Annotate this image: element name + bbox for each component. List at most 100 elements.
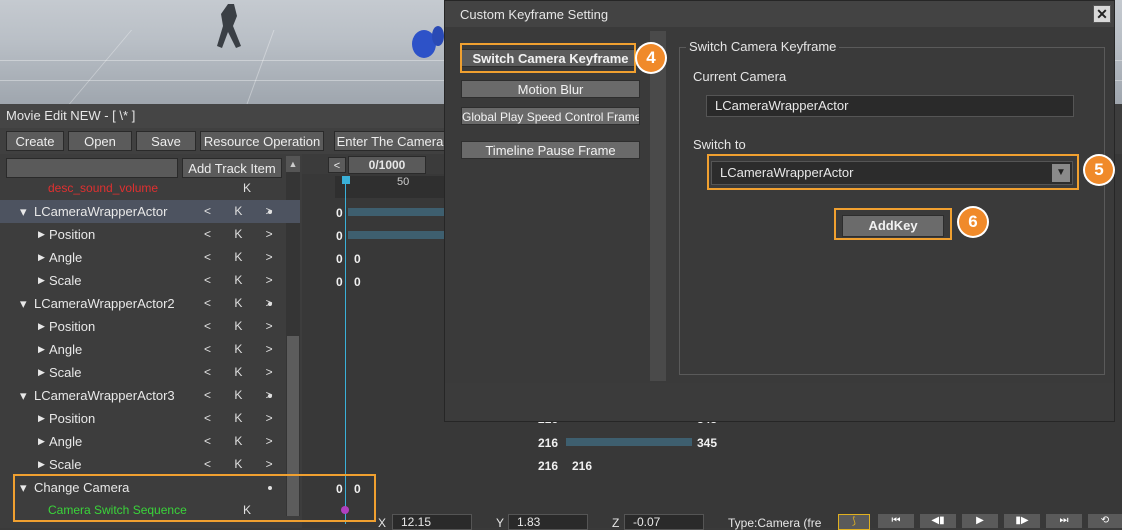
track-label: Position — [49, 227, 96, 242]
current-camera-field[interactable]: LCameraWrapperActor — [706, 95, 1074, 117]
expand-icon[interactable]: ▶ — [38, 315, 45, 338]
timeline-pause-frame-button[interactable]: Timeline Pause Frame — [461, 141, 640, 159]
track-search-input[interactable] — [6, 158, 178, 178]
keyframe-nav-controls[interactable]: < K > — [204, 246, 283, 269]
keyframe-nav-controls[interactable]: < K > — [204, 407, 283, 430]
highlight-switch-camera — [460, 43, 636, 73]
visibility-dot-icon[interactable] — [268, 394, 272, 398]
editor-titlebar: Movie Edit NEW - [ \* ] — [0, 104, 450, 129]
track-row[interactable]: ▶ Position < K > — [0, 223, 300, 246]
next-key-icon[interactable]: ▮▶ — [1004, 514, 1040, 528]
add-track-item-button[interactable]: Add Track Item — [182, 158, 282, 178]
track-row[interactable]: ▾ LCameraWrapperActor2 < K > — [0, 292, 300, 315]
timeline-value: 345 — [697, 436, 718, 450]
switch-to-label: Switch to — [693, 137, 746, 152]
track-value: 0 — [336, 252, 343, 266]
track-label: LCameraWrapperActor3 — [34, 388, 175, 403]
keyframe-nav-controls[interactable]: < K > — [204, 361, 283, 384]
play-icon[interactable]: ▶ — [962, 514, 998, 528]
step-badge-4: 4 — [637, 44, 665, 72]
timeline-ruler[interactable]: 50 — [335, 176, 450, 198]
keyframe-nav-controls[interactable]: < K > — [204, 338, 283, 361]
keyframe-nav-controls[interactable]: < K > — [204, 453, 283, 476]
loop-icon[interactable]: ⟲ — [1088, 514, 1122, 528]
track-value: 0 — [354, 275, 361, 289]
open-button[interactable]: Open — [68, 131, 132, 151]
enter-camera-button[interactable]: Enter The Camera — [334, 131, 446, 151]
visibility-dot-icon[interactable] — [268, 302, 272, 306]
close-icon[interactable]: ✕ — [1093, 5, 1111, 23]
create-button[interactable]: Create — [6, 131, 64, 151]
track-label: Position — [49, 411, 96, 426]
track-label: Scale — [49, 365, 82, 380]
track-row[interactable]: ▶ Scale < K > — [0, 269, 300, 292]
last-frame-icon[interactable]: ⏭ — [1046, 514, 1082, 528]
motion-blur-button[interactable]: Motion Blur — [461, 80, 640, 98]
timeline-value: 216 — [538, 436, 559, 450]
grid-line — [68, 30, 133, 104]
track-label: Angle — [49, 342, 83, 357]
track-row[interactable]: ▶ Angle < K > — [0, 338, 300, 361]
track-row[interactable]: ▶ Position < K > — [0, 315, 300, 338]
dialog-titlebar: Custom Keyframe Setting ✕ — [445, 1, 1114, 27]
expand-icon[interactable]: ▶ — [38, 269, 45, 292]
visibility-dot-icon[interactable] — [268, 210, 272, 214]
step-badge-6: 6 — [959, 208, 987, 236]
collapse-icon[interactable]: ▾ — [20, 384, 27, 407]
keyframe-nav-controls[interactable]: < K > — [204, 315, 283, 338]
ruler-tick-label: 50 — [397, 176, 410, 188]
expand-icon[interactable]: ▶ — [38, 430, 45, 453]
playhead-handle[interactable] — [342, 176, 350, 184]
global-play-speed-button[interactable]: Global Play Speed Control Frame — [461, 107, 640, 125]
prev-key-icon[interactable]: ◀▮ — [920, 514, 956, 528]
track-row[interactable]: ▶ Angle < K > — [0, 246, 300, 269]
expand-icon[interactable]: ▶ — [38, 453, 45, 476]
playhead-line[interactable] — [345, 176, 346, 524]
current-camera-label: Current Camera — [693, 69, 787, 84]
track-label: desc_sound_volume — [48, 181, 159, 195]
character-figure — [206, 2, 254, 50]
prev-frame-button[interactable]: < — [328, 157, 346, 173]
track-row[interactable]: ▾ LCameraWrapperActor < K > — [0, 200, 300, 223]
track-row[interactable]: desc_sound_volume K — [0, 177, 300, 200]
track-label: Scale — [49, 273, 82, 288]
expand-icon[interactable]: ▶ — [38, 407, 45, 430]
key-button[interactable]: K — [243, 177, 251, 200]
track-value: 0 — [336, 275, 343, 289]
expand-icon[interactable]: ▶ — [38, 223, 45, 246]
keyframe-bar[interactable] — [348, 231, 448, 239]
collapse-icon[interactable]: ▾ — [20, 292, 27, 315]
timeline-value: 216 — [572, 459, 593, 473]
highlight-switch-to — [707, 154, 1079, 190]
keyframe-bar[interactable] — [348, 208, 448, 216]
dialog-scrollbar[interactable] — [650, 31, 666, 381]
keyframe-nav-controls[interactable]: < K > — [204, 223, 283, 246]
track-row[interactable]: ▾ LCameraWrapperActor3 < K > — [0, 384, 300, 407]
timeline-value: 216 — [538, 459, 559, 473]
editor-title: Movie Edit NEW - [ \* ] — [6, 108, 136, 123]
resource-operation-button[interactable]: Resource Operation — [200, 131, 324, 151]
track-row[interactable]: ▶ Scale < K > — [0, 361, 300, 384]
collapse-icon[interactable]: ▾ — [20, 200, 27, 223]
keyframe-nav-controls[interactable]: < K > — [204, 430, 283, 453]
track-row[interactable]: ▶ Angle < K > — [0, 430, 300, 453]
track-label: Angle — [49, 434, 83, 449]
track-value: 0 — [336, 206, 343, 220]
track-label: Scale — [49, 457, 82, 472]
first-frame-icon[interactable]: ⏮ — [878, 514, 914, 528]
expand-icon[interactable]: ▶ — [38, 338, 45, 361]
expand-icon[interactable]: ▶ — [38, 246, 45, 269]
track-value: 0 — [336, 229, 343, 243]
blue-character-figure — [408, 18, 448, 62]
track-value: 0 — [354, 252, 361, 266]
keyframe-nav-controls[interactable]: < K > — [204, 269, 283, 292]
frame-counter[interactable]: 0/1000 — [348, 156, 426, 174]
scroll-up-icon[interactable]: ▲ — [286, 156, 300, 172]
keyframe-bar[interactable] — [566, 438, 692, 446]
track-row[interactable]: ▶ Position < K > — [0, 407, 300, 430]
save-button[interactable]: Save — [136, 131, 196, 151]
expand-icon[interactable]: ▶ — [38, 361, 45, 384]
track-label: Angle — [49, 250, 83, 265]
track-row[interactable]: ▶ Scale < K > — [0, 453, 300, 476]
track-label: Position — [49, 319, 96, 334]
